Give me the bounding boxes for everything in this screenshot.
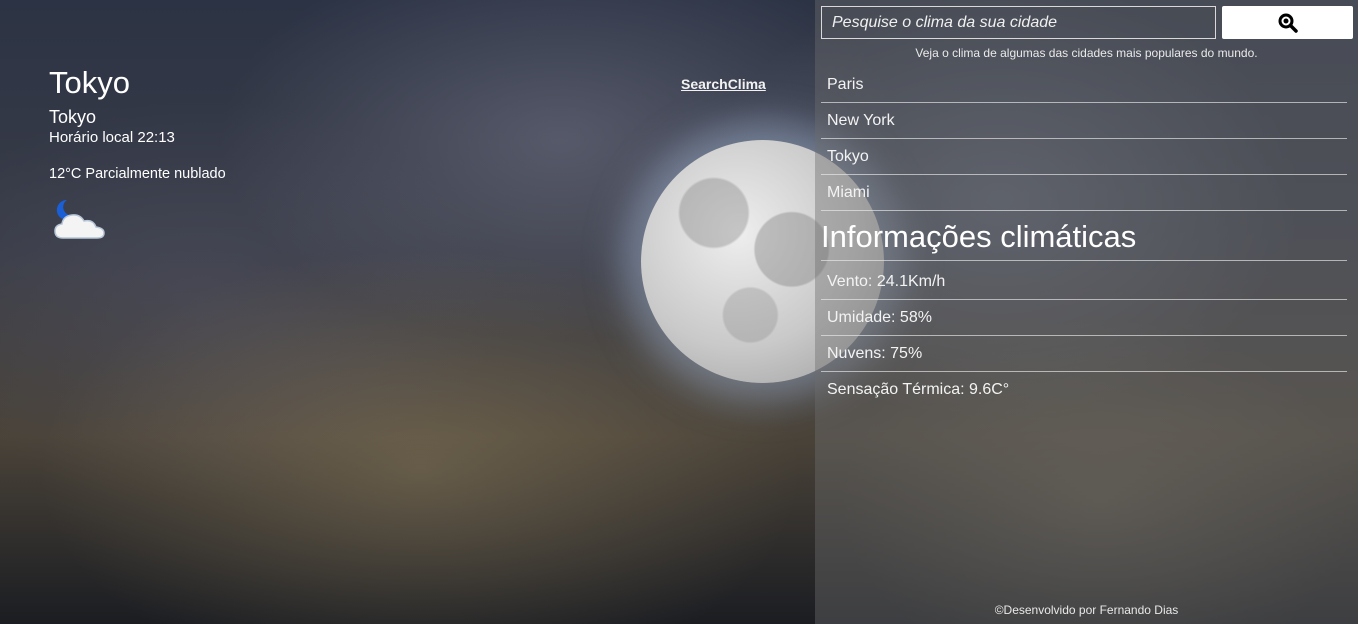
night-partly-cloudy-icon	[49, 196, 113, 246]
humidity-info: Umidade: 58%	[821, 300, 1347, 336]
city-item-paris[interactable]: Paris	[821, 67, 1347, 103]
weather-condition: 12°C Parcialmente nublado	[49, 166, 226, 182]
brand-link[interactable]: SearchClima	[681, 76, 766, 92]
local-time: Horário local 22:13	[49, 129, 175, 146]
city-name: Tokyo	[49, 107, 97, 127]
popular-cities-hint: Veja o clima de algumas das cidades mais…	[915, 46, 1258, 60]
footer-credit: ©Desenvolvido por Fernando Dias	[994, 603, 1179, 617]
city-title: Tokyo	[49, 65, 130, 100]
search-icon	[1278, 13, 1298, 33]
search-button[interactable]	[1222, 6, 1353, 39]
city-item-miami[interactable]: Miami	[821, 175, 1347, 211]
clouds-info: Nuvens: 75%	[821, 336, 1347, 372]
side-panel: Veja o clima de algumas das cidades mais…	[815, 0, 1358, 624]
city-item-tokyo[interactable]: Tokyo	[821, 139, 1347, 175]
current-weather: Tokyo Tokyo Horário local 22:13 12°C Par…	[49, 64, 226, 246]
popular-cities-list: Paris New York Tokyo Miami	[821, 67, 1347, 211]
weather-info-title: Informações climáticas	[821, 214, 1347, 261]
search-input[interactable]	[821, 6, 1216, 39]
wind-info: Vento: 24.1Km/h	[821, 264, 1347, 300]
weather-info-list: Vento: 24.1Km/h Umidade: 58% Nuvens: 75%…	[821, 264, 1347, 408]
feels-like-info: Sensação Térmica: 9.6C°	[827, 381, 1010, 398]
city-item-new-york[interactable]: New York	[821, 103, 1347, 139]
